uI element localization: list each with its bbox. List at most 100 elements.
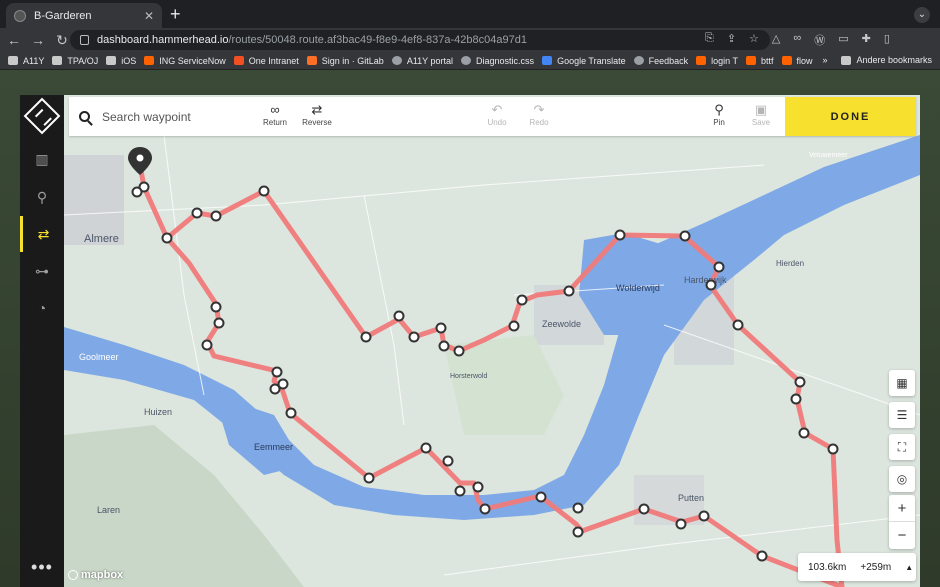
waypoint-marker[interactable] xyxy=(191,207,203,219)
bookmark-item[interactable]: Google Translate xyxy=(542,56,626,66)
forward-icon[interactable]: → xyxy=(28,32,48,48)
extension-abc-icon[interactable]: ▭ xyxy=(838,32,848,48)
other-bookmarks[interactable]: Andere bookmarks xyxy=(856,55,932,65)
bookmark-star-icon[interactable]: ☆ xyxy=(749,32,759,48)
waypoint-marker[interactable] xyxy=(201,339,213,351)
waypoint-marker[interactable] xyxy=(271,366,283,378)
waypoint-marker[interactable] xyxy=(360,331,372,343)
waypoint-marker[interactable] xyxy=(679,230,691,242)
map-style-icon[interactable]: ▦ xyxy=(889,370,915,396)
done-button[interactable]: DONE xyxy=(785,97,916,136)
hammerhead-logo-icon[interactable] xyxy=(23,97,61,135)
waypoint-marker[interactable] xyxy=(614,229,626,241)
bookmark-item[interactable]: iOS xyxy=(106,56,136,66)
save-button[interactable]: ▣ Save xyxy=(736,102,786,127)
waypoint-marker[interactable] xyxy=(210,301,222,313)
extensions-puzzle-icon[interactable]: ✚ xyxy=(862,32,871,48)
address-bar[interactable]: dashboard.hammerhead.io/routes/50048.rou… xyxy=(70,30,770,50)
more-icon[interactable]: ••• xyxy=(20,557,64,578)
zoom-in-button[interactable]: + xyxy=(889,495,915,522)
waypoint-marker[interactable] xyxy=(638,503,650,515)
waypoint-marker[interactable] xyxy=(213,317,225,329)
workouts-dumbbell-icon[interactable]: ⊶ xyxy=(20,253,64,289)
search-input[interactable] xyxy=(102,109,242,124)
extension-glasses-icon[interactable]: ∞ xyxy=(793,32,801,48)
waypoint-marker[interactable] xyxy=(698,510,710,522)
tab-search-chevron-icon[interactable]: ⌄ xyxy=(914,7,930,23)
url-host: dashboard.hammerhead.io xyxy=(97,34,229,46)
close-tab-icon[interactable]: ✕ xyxy=(144,9,154,23)
bookmark-item[interactable]: TPA/OJ xyxy=(52,56,98,66)
waypoint-marker[interactable] xyxy=(516,294,528,306)
expand-triangle-icon[interactable]: ▲ xyxy=(895,563,917,572)
bookmark-item[interactable]: Sign in · GitLab xyxy=(306,56,384,66)
progress-ring-icon[interactable]: ◔ xyxy=(20,290,64,326)
extension-a11y-icon[interactable]: △ xyxy=(772,32,780,48)
route-stats[interactable]: 103.6km +259m ▲ xyxy=(798,553,916,581)
waypoint-marker[interactable] xyxy=(535,491,547,503)
waypoint-marker[interactable] xyxy=(210,210,222,222)
waypoint-marker[interactable] xyxy=(453,345,465,357)
waypoint-marker[interactable] xyxy=(161,232,173,244)
fit-route-icon[interactable]: ⛶ xyxy=(889,434,915,460)
waypoint-marker[interactable] xyxy=(408,331,420,343)
waypoint-marker[interactable] xyxy=(790,393,802,405)
bookmark-item[interactable]: flow xyxy=(781,56,813,66)
waypoint-marker[interactable] xyxy=(438,340,450,352)
waypoint-marker[interactable] xyxy=(363,472,375,484)
back-icon[interactable]: ← xyxy=(4,32,24,48)
stats-chart-icon[interactable]: ▥ xyxy=(20,141,64,177)
redo-button[interactable]: ↷ Redo xyxy=(514,102,564,127)
waypoint-marker[interactable] xyxy=(420,442,432,454)
routes-icon[interactable]: ⇄ xyxy=(20,216,64,252)
bookmark-item[interactable]: A11Y xyxy=(8,56,44,66)
share-icon[interactable]: ⇪ xyxy=(727,32,736,48)
waypoint-marker[interactable] xyxy=(572,526,584,538)
bike-icon[interactable]: ⚲ xyxy=(20,179,64,215)
waypoint-marker[interactable] xyxy=(285,407,297,419)
bookmark-item[interactable]: Diagnostic.css xyxy=(461,56,534,66)
bookmark-item[interactable]: A11Y portal xyxy=(391,56,453,66)
waypoint-marker[interactable] xyxy=(798,427,810,439)
waypoint-marker[interactable] xyxy=(258,185,270,197)
side-panel-icon[interactable]: ▯ xyxy=(884,32,890,48)
bookmarks-overflow-button[interactable]: » xyxy=(822,55,827,65)
waypoint-marker[interactable] xyxy=(508,320,520,332)
waypoint-marker[interactable] xyxy=(794,376,806,388)
waypoint-marker[interactable] xyxy=(131,186,143,198)
waypoint-marker[interactable] xyxy=(732,319,744,331)
install-app-icon[interactable]: ⎘ xyxy=(705,32,714,48)
waypoint-marker[interactable] xyxy=(827,443,839,455)
bookmark-item[interactable]: Feedback xyxy=(633,56,688,66)
waypoint-marker[interactable] xyxy=(454,485,466,497)
elevation-layers-icon[interactable]: ☰ xyxy=(889,402,915,428)
waypoint-marker[interactable] xyxy=(713,261,725,273)
reload-icon[interactable]: ↻ xyxy=(52,32,72,49)
bookmark-item[interactable]: ING ServiceNow xyxy=(144,56,226,66)
waypoint-marker[interactable] xyxy=(705,279,717,291)
bookmark-item[interactable]: One Intranet xyxy=(233,56,299,66)
waypoint-marker[interactable] xyxy=(563,285,575,297)
locate-me-icon[interactable]: ◎ xyxy=(889,466,915,492)
reverse-button[interactable]: ⇄ Reverse xyxy=(292,102,342,127)
waypoint-marker[interactable] xyxy=(393,310,405,322)
waypoint-marker[interactable] xyxy=(435,322,447,334)
lock-icon xyxy=(80,35,89,45)
map-canvas: Almere Goolmeer Huizen Eemmeer Laren Hor… xyxy=(64,95,920,587)
waypoint-marker[interactable] xyxy=(572,502,584,514)
waypoint-marker[interactable] xyxy=(442,455,454,467)
waypoint-marker[interactable] xyxy=(479,503,491,515)
bookmark-item[interactable]: login T xyxy=(696,56,738,66)
waypoint-marker[interactable] xyxy=(269,383,281,395)
mapbox-attribution[interactable]: mapbox xyxy=(68,569,123,581)
waypoint-marker[interactable] xyxy=(675,518,687,530)
route-map[interactable]: Almere Goolmeer Huizen Eemmeer Laren Hor… xyxy=(64,95,920,587)
bookmark-item[interactable]: bttf xyxy=(746,56,774,66)
waypoint-marker[interactable] xyxy=(756,550,768,562)
browser-tab[interactable]: B-Garderen ✕ xyxy=(6,3,162,28)
zoom-out-button[interactable]: − xyxy=(889,522,915,549)
waypoint-marker[interactable] xyxy=(472,481,484,493)
url-path: /routes/50048.route.af3bac49-f8e9-4ef8-8… xyxy=(228,34,527,46)
new-tab-button[interactable]: + xyxy=(170,4,181,24)
extension-w-icon[interactable]: Ⓦ xyxy=(814,32,825,48)
